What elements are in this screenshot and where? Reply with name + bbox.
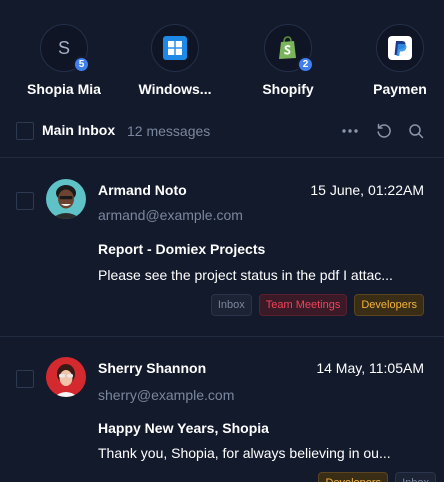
tag-inbox[interactable]: Inbox <box>395 472 436 482</box>
more-dots-icon[interactable] <box>340 121 360 141</box>
message-subject: Happy New Years, Shopia <box>98 420 269 436</box>
message-checkbox[interactable] <box>16 192 34 210</box>
account-payment[interactable]: Paymen <box>345 24 444 97</box>
tag-list: Inbox Team Meetings Developers <box>210 294 424 316</box>
account-avatar: 2 <box>264 24 314 73</box>
sender-email: armand@example.com <box>98 207 243 223</box>
tag-list: Developers Inbox <box>318 472 436 482</box>
search-icon[interactable] <box>406 121 426 141</box>
account-shopia-mia[interactable]: S 5 Shopia Mia <box>9 24 119 97</box>
message-date: 14 May, 11:05AM <box>316 360 424 376</box>
sender-email: sherry@example.com <box>98 387 235 403</box>
refresh-icon[interactable] <box>374 121 394 141</box>
accounts-row: S 5 Shopia Mia Windows... 2 Shopify Paym… <box>0 24 444 104</box>
inbox-title: Main Inbox <box>42 122 116 138</box>
account-avatar <box>151 24 199 72</box>
unread-count-badge: 5 <box>73 56 90 73</box>
account-label: Shopia Mia <box>27 81 101 97</box>
letter-s-avatar-icon: S <box>57 37 70 58</box>
message-checkbox[interactable] <box>16 370 34 388</box>
select-all-checkbox[interactable] <box>16 122 34 140</box>
tag-inbox[interactable]: Inbox <box>210 294 252 316</box>
message-count: 12 messages <box>127 123 211 139</box>
inbox-header: Main Inbox 12 messages <box>0 119 444 143</box>
message-preview: Thank you, Shopia, for always believing … <box>98 445 391 461</box>
message-item[interactable]: Armand Noto 15 June, 01:22AM armand@exam… <box>0 158 444 336</box>
unread-count-badge: 2 <box>297 56 314 73</box>
message-date: 15 June, 01:22AM <box>310 182 424 198</box>
sender-name: Armand Noto <box>98 182 187 198</box>
sender-name: Sherry Shannon <box>98 360 207 376</box>
message-item[interactable]: Sherry Shannon 14 May, 11:05AM sherry@ex… <box>0 337 444 482</box>
account-label: Windows... <box>138 81 212 97</box>
account-shopify[interactable]: 2 Shopify <box>233 24 343 97</box>
paypal-logo-icon <box>388 36 412 60</box>
avatar <box>46 179 86 219</box>
tag-developers[interactable]: Developers <box>318 472 389 482</box>
tag-team-meetings[interactable]: Team Meetings <box>258 294 348 316</box>
account-windows[interactable]: Windows... <box>120 24 230 97</box>
avatar <box>46 357 86 397</box>
shopify-logo-icon <box>279 36 296 59</box>
account-avatar <box>376 24 424 72</box>
tag-developers[interactable]: Developers <box>354 294 424 316</box>
account-label: Shopify <box>262 81 314 97</box>
account-avatar: S 5 <box>40 24 90 73</box>
account-label: Paymen <box>373 81 427 97</box>
windows-logo-icon <box>163 36 187 60</box>
message-subject: Report - Domiex Projects <box>98 241 266 257</box>
message-preview: Please see the project status in the pdf… <box>98 267 393 283</box>
